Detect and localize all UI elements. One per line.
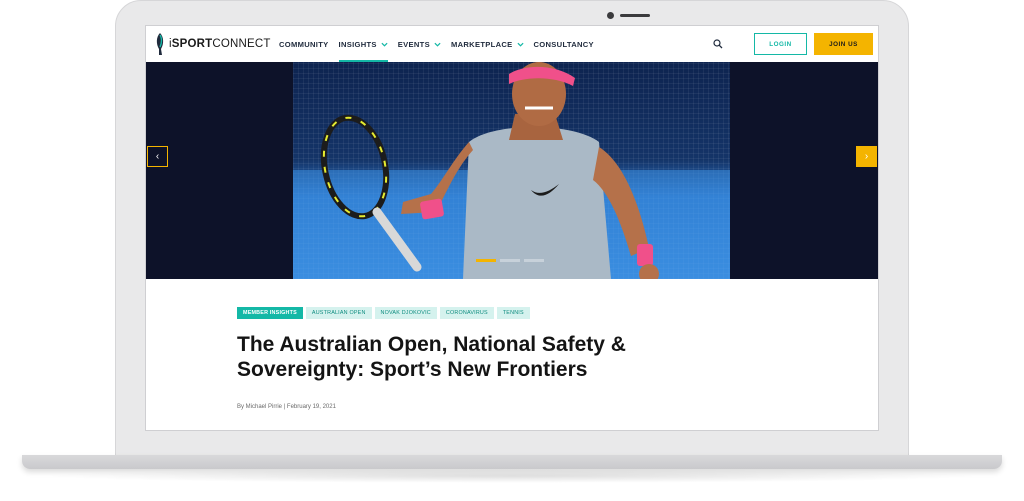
article-byline: By Michael Pirrie | February 19, 2021 <box>237 404 336 410</box>
nav-item-consultancy[interactable]: CONSULTANCY <box>534 26 594 62</box>
login-button[interactable]: LOGIN <box>754 33 807 55</box>
hero-image <box>293 62 730 279</box>
article-title: The Australian Open, National Safety & S… <box>237 333 626 381</box>
hero-carousel: ‹ › <box>146 62 878 279</box>
feather-logo-icon <box>156 33 164 55</box>
laptop-base <box>22 455 1002 469</box>
tag-novak-djokovic[interactable]: NOVAK DJOKOVIC <box>374 307 437 319</box>
nav-item-marketplace[interactable]: MARKETPLACE <box>451 26 524 62</box>
browser-screen: iSPORTCONNECT COMMUNITY INSIGHTS EVENTS … <box>145 25 879 431</box>
chevron-down-icon <box>434 42 441 47</box>
carousel-prev-button[interactable]: ‹ <box>147 146 168 167</box>
logo-text: iSPORTCONNECT <box>169 38 271 50</box>
main-navigation: COMMUNITY INSIGHTS EVENTS MARKETPLACE CO… <box>279 26 604 62</box>
carousel-next-button[interactable]: › <box>856 146 877 167</box>
nav-item-events[interactable]: EVENTS <box>398 26 441 62</box>
tag-tennis[interactable]: TENNIS <box>496 307 530 319</box>
speaker-grille <box>620 14 650 17</box>
chevron-down-icon <box>381 42 388 47</box>
camera-icon <box>607 12 614 19</box>
nav-item-community[interactable]: COMMUNITY <box>279 26 329 62</box>
join-us-button[interactable]: JOIN US <box>814 33 873 55</box>
carousel-dot-1[interactable] <box>476 259 496 262</box>
carousel-indicators <box>476 259 548 262</box>
carousel-dot-3[interactable] <box>524 259 544 262</box>
nav-item-insights[interactable]: INSIGHTS <box>338 26 389 62</box>
tennis-player-illustration <box>293 62 730 279</box>
chevron-left-icon: ‹ <box>155 151 160 162</box>
tag-australian-open[interactable]: AUSTRALIAN OPEN <box>305 307 372 319</box>
tag-coronavirus[interactable]: CORONAVIRUS <box>439 307 494 319</box>
chevron-right-icon: › <box>864 151 869 162</box>
chevron-down-icon <box>516 42 524 47</box>
tag-member-insights[interactable]: MEMBER INSIGHTS <box>237 307 303 319</box>
site-header: iSPORTCONNECT COMMUNITY INSIGHTS EVENTS … <box>146 26 878 63</box>
article-tags: MEMBER INSIGHTS AUSTRALIAN OPEN NOVAK DJ… <box>237 307 533 319</box>
carousel-dot-2[interactable] <box>500 259 520 262</box>
search-icon[interactable] <box>713 39 723 49</box>
site-logo[interactable]: iSPORTCONNECT <box>154 32 271 56</box>
laptop-shadow <box>40 469 984 483</box>
